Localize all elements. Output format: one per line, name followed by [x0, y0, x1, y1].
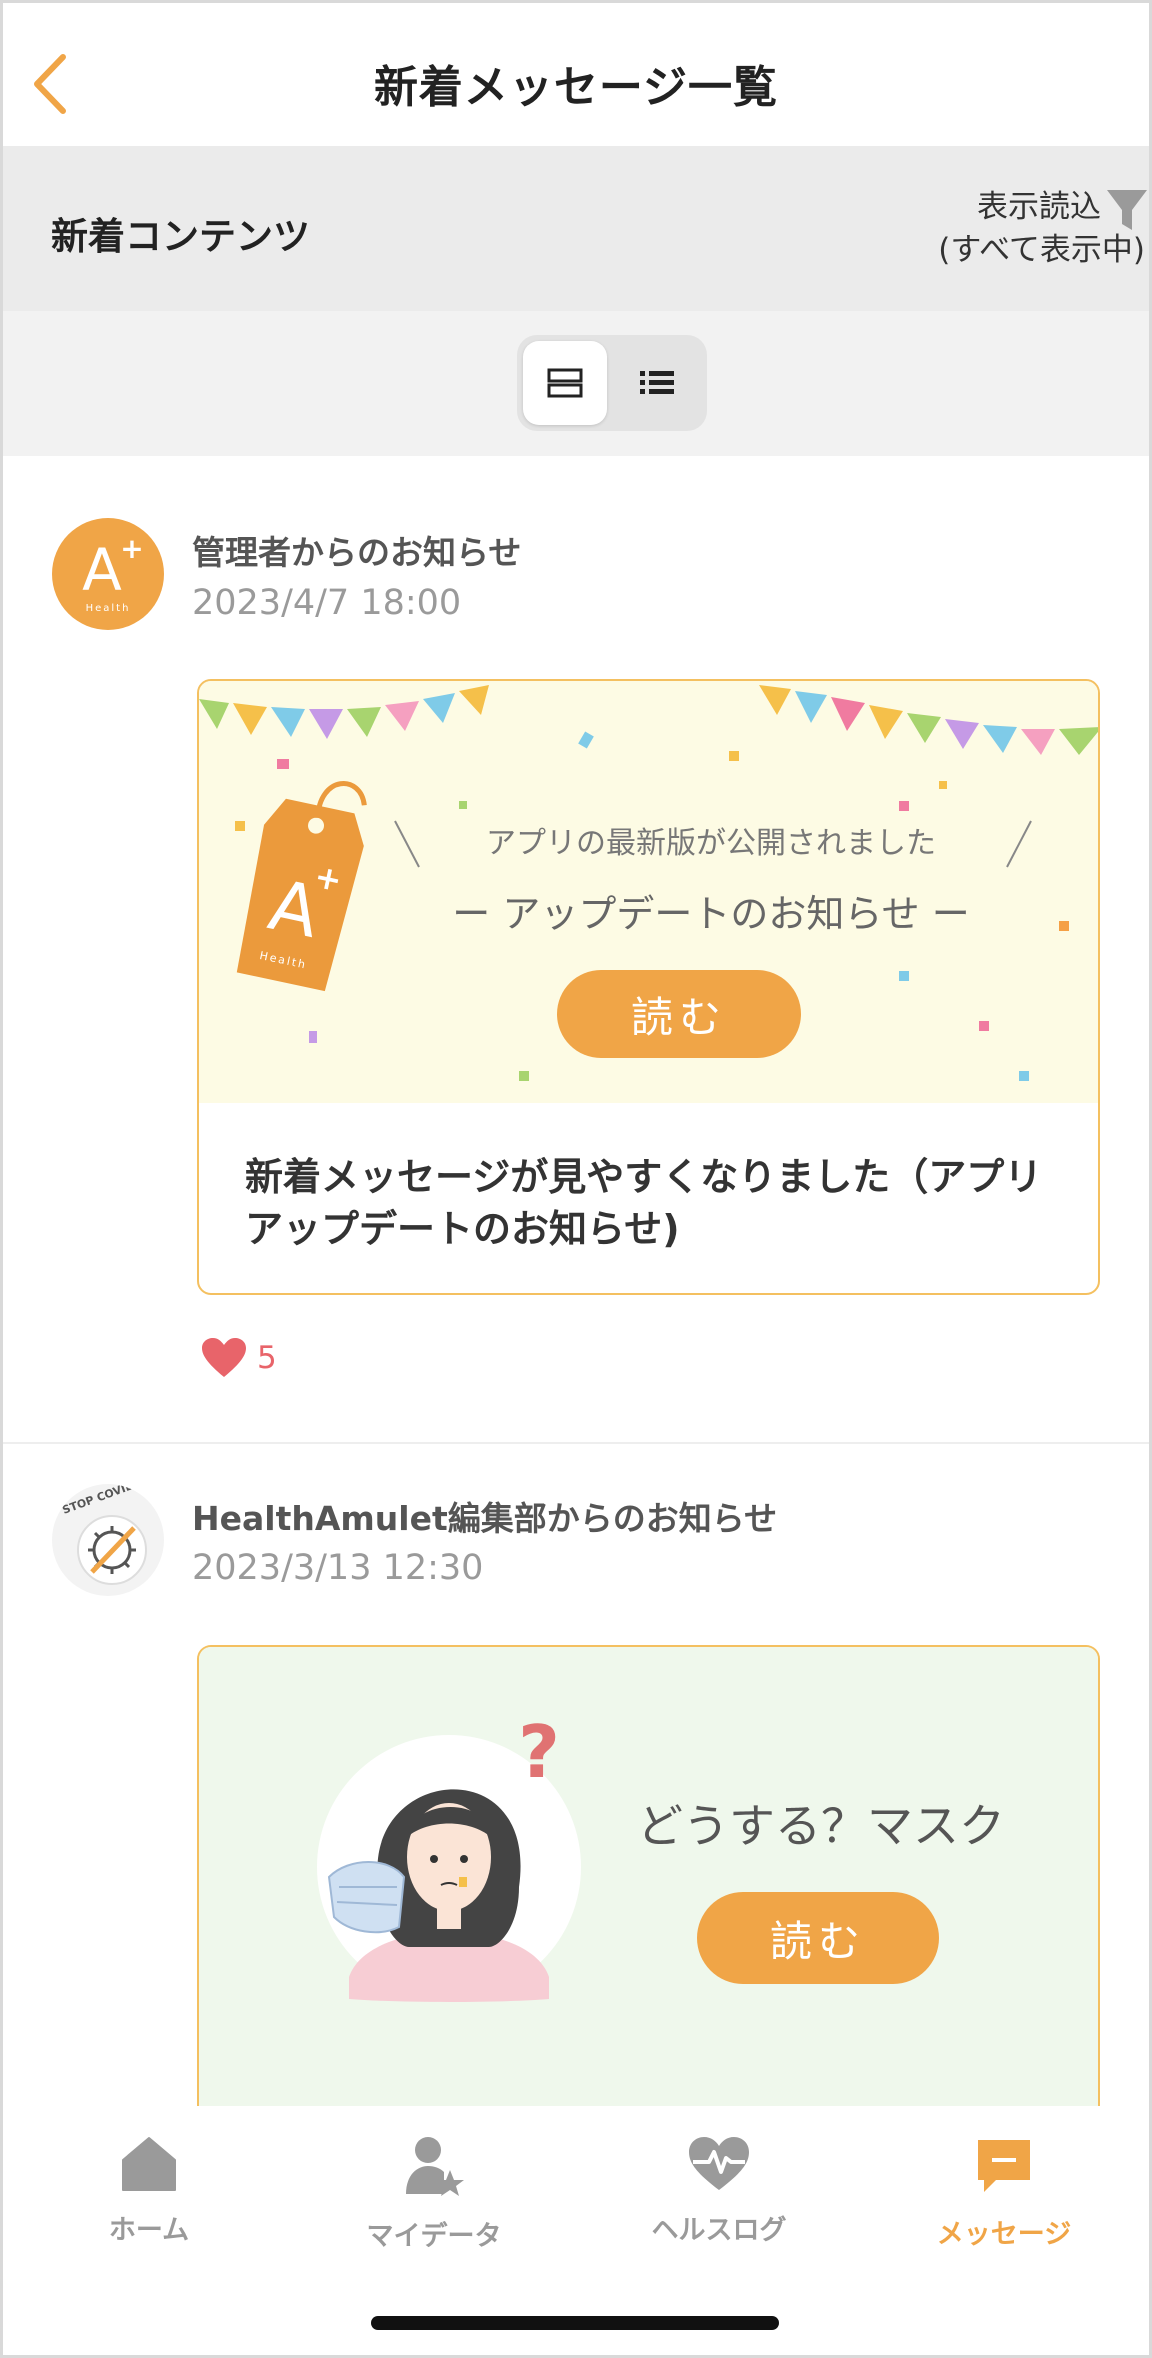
a-plus-logo-icon: A + Health — [82, 532, 144, 614]
card-view-icon — [547, 368, 583, 398]
view-toggle-bar — [3, 311, 1149, 456]
post-date: 2023/3/13 12:30 — [192, 1548, 484, 1588]
sender-name: HealthAmulet編集部からのお知らせ — [192, 1499, 778, 1538]
svg-text:ー アップデートのお知らせ ー: ー アップデートのお知らせ ー — [452, 892, 969, 936]
tab-label: ホーム — [108, 2215, 190, 2246]
person-star-icon — [406, 2137, 464, 2196]
svg-text:A: A — [82, 536, 122, 604]
nav-header: 新着メッセージ一覧 — [3, 3, 1149, 146]
list-view-icon — [640, 371, 674, 394]
home-indicator — [371, 2316, 779, 2330]
read-button[interactable]: 読む — [557, 970, 801, 1058]
heart-icon — [202, 1338, 246, 1377]
section-title: 新着コンテンツ — [51, 215, 310, 258]
like-button[interactable]: 5 — [201, 1337, 277, 1379]
content-card[interactable]: ? どうする？マスク 読む — [197, 1645, 1100, 2125]
stop-covid-badge-icon: STOP COVID-19 — [54, 1484, 162, 1594]
svg-text:+: + — [120, 532, 143, 565]
tab-healthlog[interactable]: ヘルスログ — [619, 2136, 819, 2247]
post-date: 2023/4/7 18:00 — [192, 583, 462, 623]
sender-name: 管理者からのお知らせ — [192, 533, 522, 572]
app-screen: 新着メッセージ一覧 新着コンテンツ 表示読込 (すべて表示中) A + Heal… — [3, 3, 1149, 2355]
avatar: STOP COVID-19 — [52, 1484, 164, 1596]
tab-message[interactable]: メッセージ — [904, 2136, 1104, 2251]
avatar: A + Health — [52, 518, 164, 630]
section-bar: 新着コンテンツ 表示読込 (すべて表示中) — [3, 146, 1149, 311]
like-count: 5 — [257, 1340, 277, 1376]
card-caption: 新着メッセージが見やすくなりました（アプリアップデートのお知らせ) — [245, 1155, 1043, 1251]
svg-text:アプリの最新版が公開されました: アプリの最新版が公開されました — [486, 826, 936, 861]
svg-text:どうする？マスク: どうする？マスク — [637, 1799, 1005, 1853]
message-icon — [978, 2140, 1030, 2192]
filter-icon — [1107, 190, 1147, 230]
filter-status: (すべて表示中) — [938, 232, 1145, 268]
tab-label: マイデータ — [366, 2221, 502, 2252]
heart-pulse-icon — [689, 2137, 749, 2190]
list-view-button[interactable] — [615, 341, 699, 425]
page-title: 新着メッセージ一覧 — [373, 62, 779, 113]
content-card[interactable]: A + Health アプリの最新版が公開されました ー アップデートのお知らせ… — [197, 679, 1100, 1295]
message-feed: A + Health 管理者からのお知らせ 2023/4/7 18:00 A +… — [3, 456, 1149, 2125]
tab-label: メッセージ — [936, 2219, 1072, 2250]
message-item[interactable]: STOP COVID-19 HealthAmulet編集部からのお知らせ 202… — [3, 1444, 1149, 2125]
card-view-button[interactable] — [523, 341, 607, 425]
tab-home[interactable]: ホーム — [49, 2136, 249, 2247]
view-toggle — [517, 335, 707, 431]
svg-text:?: ? — [518, 1710, 560, 1794]
mask-banner-image: ? どうする？マスク — [199, 1647, 1098, 2125]
tab-mydata[interactable]: マイデータ — [334, 2136, 534, 2253]
svg-text:Health: Health — [86, 603, 131, 614]
read-button[interactable]: 読む — [697, 1892, 939, 1984]
home-icon — [122, 2137, 176, 2191]
tab-label: ヘルスログ — [651, 2215, 787, 2246]
message-item[interactable]: A + Health 管理者からのお知らせ 2023/4/7 18:00 A +… — [3, 456, 1149, 1442]
tab-bar: ホーム マイデータ ヘルスログ メッセージ — [3, 2106, 1149, 2355]
